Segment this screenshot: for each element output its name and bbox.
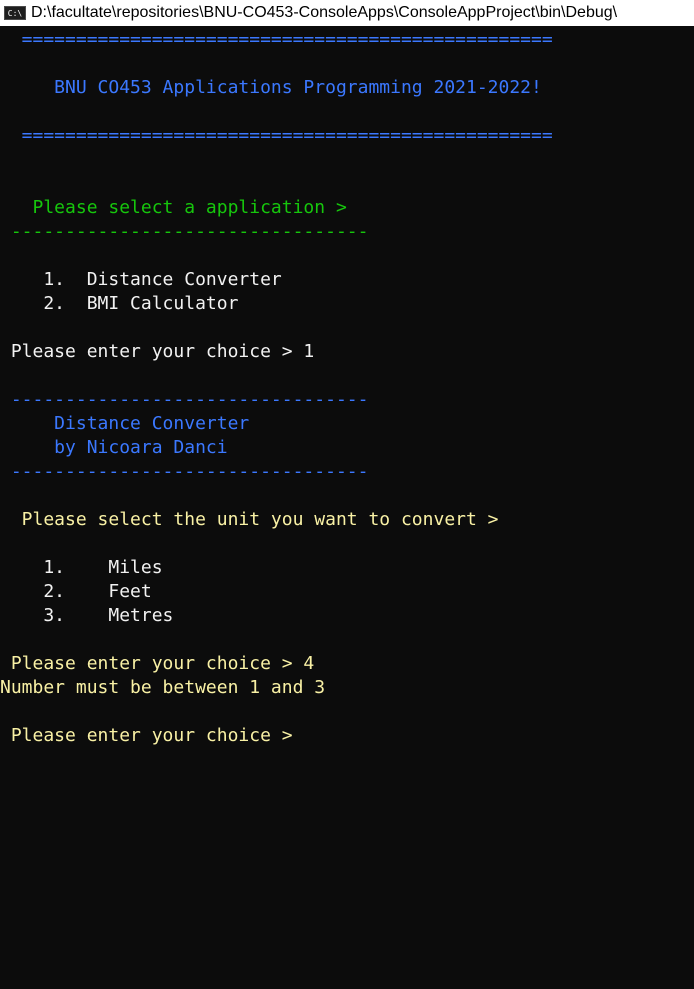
header-rule-top: ========================================…	[0, 29, 553, 50]
unit-choice-input: Please enter your choice > 4	[0, 653, 315, 674]
application-choice-input: Please enter your choice > 1	[0, 341, 315, 362]
menu-option-distance-converter: 1. Distance Converter	[0, 269, 282, 290]
distance-converter-author: by Nicoara Danci	[0, 437, 228, 458]
title-bar[interactable]: C:\ D:\facultate\repositories\BNU-CO453-…	[0, 0, 694, 26]
unit-option-metres: 3. Metres	[0, 605, 174, 626]
unit-choice-input-retry[interactable]: Please enter your choice >	[0, 724, 293, 748]
header-rule-bottom: ========================================…	[0, 125, 553, 146]
distance-converter-rule-bottom: ---------------------------------	[0, 461, 369, 482]
application-prompt: Please select a application >	[0, 197, 347, 218]
window-title: D:\facultate\repositories\BNU-CO453-Cons…	[31, 4, 618, 21]
unit-select-prompt: Please select the unit you want to conve…	[0, 509, 499, 530]
console-window: C:\ D:\facultate\repositories\BNU-CO453-…	[0, 0, 694, 989]
error-message: Number must be between 1 and 3	[0, 677, 326, 698]
console-app-icon: C:\	[4, 6, 26, 20]
distance-converter-title: Distance Converter	[0, 413, 250, 434]
application-prompt-rule: ---------------------------------	[0, 221, 369, 242]
distance-converter-rule-top: ---------------------------------	[0, 389, 369, 410]
unit-option-miles: 1. Miles	[0, 557, 163, 578]
unit-option-feet: 2. Feet	[0, 581, 152, 602]
console-output[interactable]: ========================================…	[0, 26, 694, 989]
header-title: BNU CO453 Applications Programming 2021-…	[0, 77, 542, 98]
menu-option-bmi-calculator: 2. BMI Calculator	[0, 293, 239, 314]
